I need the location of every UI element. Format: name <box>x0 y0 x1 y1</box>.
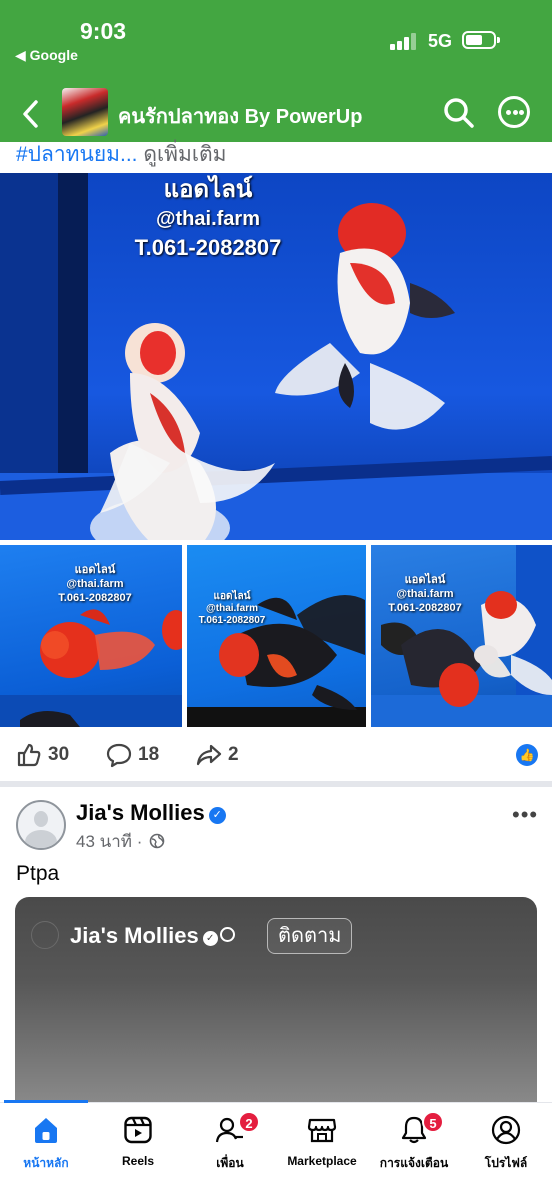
reel-avatar[interactable] <box>31 921 59 949</box>
friends-badge: 2 <box>238 1111 260 1133</box>
group-header: คนรักปลาทอง By PowerUp <box>0 86 552 142</box>
goldfish-photo-illustration <box>187 595 366 727</box>
comment-button[interactable]: 18 <box>106 742 176 768</box>
comment-icon <box>106 743 132 768</box>
chevron-left-icon <box>23 100 38 128</box>
reel-author-name[interactable]: Jia's Mollies <box>70 923 199 948</box>
tab-label: การแจ้งเตือน <box>379 1156 449 1170</box>
search-icon <box>444 98 474 128</box>
network-type: 5G <box>428 31 453 51</box>
reel-author[interactable]: Jia's Mollies ✓ <box>70 923 235 949</box>
post-text-tail[interactable]: #ปลาทนยม... ดูเพิ่มเติม <box>16 138 227 171</box>
tab-label: Reels <box>121 1154 155 1168</box>
share-count: 2 <box>228 744 239 765</box>
home-icon <box>35 1118 57 1143</box>
clock: 9:03 <box>80 18 127 44</box>
watermark-text: แอดไลน์ @thai.farm T.061-2082807 <box>187 591 277 627</box>
author-name[interactable]: Jia's Mollies <box>76 800 205 825</box>
comment-count: 18 <box>138 744 160 765</box>
back-to-app-link[interactable]: ◀ Google <box>15 47 78 64</box>
watermark-line: T.061-2082807 <box>134 235 282 260</box>
watermark-text: แอดไลน์ @thai.farm T.061-2082807 <box>108 175 308 263</box>
watermark-line: แอดไลน์ <box>213 591 251 602</box>
post-photo-thumb[interactable]: แอดไลน์ @thai.farm T.061-2082807 <box>0 545 182 727</box>
globe-icon <box>219 927 235 942</box>
thumbs-up-icon <box>17 743 41 767</box>
follow-button[interactable]: ติดตาม <box>267 918 353 954</box>
watermark-line: @thai.farm <box>66 578 124 590</box>
tab-label: โปรไฟล์ <box>484 1156 528 1170</box>
notifications-badge: 5 <box>422 1111 444 1133</box>
hashtag-link[interactable]: #ปลาทนยม... <box>16 143 138 166</box>
tab-label: เพื่อน <box>216 1156 244 1170</box>
watermark-line: @thai.farm <box>206 603 258 614</box>
share-icon <box>196 744 222 766</box>
tab-profile[interactable]: โปรไฟล์ <box>460 1103 552 1173</box>
post-reactions-bar: 30 18 2 👍 <box>0 732 552 778</box>
see-more-link[interactable]: ดูเพิ่มเติม <box>138 143 226 166</box>
marketplace-icon <box>307 1118 337 1143</box>
tab-label: หน้าหลัก <box>23 1156 69 1170</box>
watermark-line: @thai.farm <box>396 588 454 600</box>
watermark-line: T.061-2082807 <box>198 615 266 626</box>
reels-icon <box>124 1116 152 1144</box>
tab-friends[interactable]: 2 เพื่อน <box>184 1103 276 1173</box>
tab-label: Marketplace <box>287 1154 357 1168</box>
watermark-line: T.061-2082807 <box>388 602 462 614</box>
post-photo-thumb[interactable]: แอดไลน์ @thai.farm T.061-2082807 <box>187 545 366 727</box>
tab-marketplace[interactable]: Marketplace <box>276 1103 368 1173</box>
post-text: Ptpa <box>16 862 60 885</box>
like-button[interactable]: 30 <box>16 742 86 768</box>
watermark-line: @thai.farm <box>156 208 260 230</box>
battery-icon <box>462 31 500 49</box>
embedded-reel[interactable]: Jia's Mollies ✓ ติดตาม <box>15 897 537 1105</box>
tab-home[interactable]: หน้าหลัก <box>0 1103 92 1173</box>
group-title[interactable]: คนรักปลาทอง By PowerUp <box>118 100 362 132</box>
like-count: 30 <box>48 744 70 765</box>
watermark-line: แอดไลน์ <box>404 574 446 586</box>
verified-badge-icon: ✓ <box>202 931 218 946</box>
post-options-button[interactable]: ••• <box>512 802 538 828</box>
watermark-text: แอดไลน์ @thai.farm T.061-2082807 <box>40 563 150 605</box>
like-reaction-icon[interactable]: 👍 <box>516 744 538 766</box>
search-button[interactable] <box>442 96 476 130</box>
more-options-button[interactable] <box>498 96 530 128</box>
post-time[interactable]: 43 นาที · <box>76 832 142 851</box>
post-photo-main[interactable]: แอดไลน์ @thai.farm T.061-2082807 <box>0 173 552 540</box>
back-button[interactable] <box>16 94 50 134</box>
post-photo-thumb[interactable]: แอดไลน์ @thai.farm T.061-2082807 <box>371 545 552 727</box>
watermark-line: T.061-2082807 <box>58 592 132 604</box>
signal-icon <box>390 32 420 50</box>
globe-icon <box>149 833 165 849</box>
watermark-text: แอดไลน์ @thai.farm T.061-2082807 <box>375 573 475 615</box>
status-bar: 9:03 ◀ Google 5G <box>0 0 552 86</box>
verified-badge-icon: ✓ <box>208 807 226 824</box>
tab-notifications[interactable]: 5 การแจ้งเตือน <box>368 1103 460 1173</box>
feed-divider <box>0 781 552 787</box>
watermark-line: แอดไลน์ <box>163 176 253 203</box>
avatar[interactable] <box>16 800 66 850</box>
group-cover-thumbnail[interactable] <box>62 88 108 136</box>
watermark-line: แอดไลน์ <box>74 564 116 576</box>
post-author[interactable]: Jia's Mollies ✓ <box>76 800 226 826</box>
post-meta: 43 นาที · <box>76 828 165 855</box>
share-button[interactable]: 2 <box>196 742 256 768</box>
bottom-tab-bar: หน้าหลัก Reels 2 เพื่อน Marketplace 5 กา… <box>0 1100 552 1200</box>
profile-icon <box>491 1115 521 1145</box>
tab-reels[interactable]: Reels <box>92 1103 184 1173</box>
